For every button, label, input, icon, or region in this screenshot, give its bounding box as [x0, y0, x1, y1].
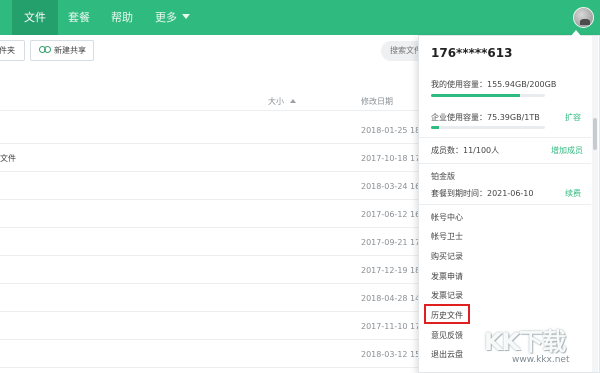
- size-column-header[interactable]: 大小: [268, 96, 296, 107]
- table-row[interactable]: 2017-06-12 16:3: [0, 200, 428, 228]
- nav-item-files[interactable]: 文件: [12, 0, 58, 35]
- new-folder-button[interactable]: 件夹: [0, 40, 25, 61]
- new-share-button[interactable]: 新建共享: [30, 40, 94, 61]
- scrollbar-track[interactable]: [592, 36, 598, 372]
- renew-link[interactable]: 续费: [565, 188, 581, 199]
- nav-item-plans[interactable]: 套餐: [68, 0, 90, 35]
- menu-item-invoice-history[interactable]: 发票记录: [431, 290, 463, 301]
- watermark-url: www.kkx.net: [512, 355, 570, 365]
- header-divider: [0, 110, 420, 111]
- plan-name: 铂金版: [431, 172, 455, 181]
- divider: [419, 204, 591, 205]
- date-column-header[interactable]: 修改日期: [361, 96, 393, 107]
- plan-expiry: 套餐到期时间：2021-06-10: [431, 189, 534, 198]
- watermark-logo: KK下载: [484, 328, 566, 356]
- menu-item-account-guard[interactable]: 帐号卫士: [431, 231, 463, 242]
- new-folder-label: 件夹: [0, 46, 15, 55]
- expand-link[interactable]: 扩容: [565, 112, 581, 123]
- add-member-link[interactable]: 增加成员: [551, 145, 583, 156]
- enterprise-usage-bar: [431, 126, 545, 129]
- chevron-down-icon: [182, 14, 190, 19]
- menu-item-feedback[interactable]: 意见反馈: [431, 330, 463, 341]
- file-name: 文件: [0, 154, 16, 163]
- dropdown-pointer: [571, 30, 581, 36]
- menu-item-invoice-request[interactable]: 发票申请: [431, 271, 463, 282]
- divider: [419, 163, 591, 164]
- top-nav-bar: 文件 套餐 帮助 更多: [0, 0, 600, 35]
- nav-item-more[interactable]: 更多: [155, 0, 190, 35]
- share-users-icon: [39, 46, 51, 55]
- enterprise-usage-fill: [431, 126, 439, 129]
- personal-usage-text: 我的使用容量：155.94GB/200GB: [431, 80, 557, 89]
- highlight-box: [424, 304, 470, 324]
- table-row[interactable]: 2018-01-25 18:4: [0, 116, 428, 144]
- table-row[interactable]: 2018-03-24 16:0: [0, 172, 428, 200]
- table-row[interactable]: 2017-09-21 17:0: [0, 228, 428, 256]
- divider: [419, 137, 591, 138]
- table-row[interactable]: 2017-12-19 18:5: [0, 256, 428, 284]
- table-row[interactable]: 2017-11-10 17:5: [0, 312, 428, 340]
- enterprise-usage-text: 企业使用容量：75.39GB/1TB: [431, 113, 540, 122]
- personal-usage-fill: [431, 94, 520, 97]
- size-header-label: 大小: [268, 97, 284, 106]
- table-row[interactable]: 2018-03-12 15:0: [0, 340, 428, 368]
- account-phone: 176*****613: [431, 46, 513, 60]
- menu-item-account-center[interactable]: 帐号中心: [431, 212, 463, 223]
- member-count: 成员数：11/100人: [431, 146, 500, 155]
- avatar[interactable]: [573, 7, 594, 28]
- nav-item-more-label: 更多: [155, 11, 177, 24]
- menu-item-logout[interactable]: 退出云盘: [431, 349, 463, 360]
- table-row[interactable]: 2018-04-28 14:0: [0, 284, 428, 312]
- new-share-label: 新建共享: [54, 46, 86, 55]
- nav-item-help[interactable]: 帮助: [111, 0, 133, 35]
- menu-item-purchase-history[interactable]: 购买记录: [431, 251, 463, 262]
- table-row[interactable]: 文件 2017-10-18 17:2: [0, 144, 428, 172]
- personal-usage-bar: [431, 94, 545, 97]
- sort-ascending-icon: [290, 99, 296, 103]
- scrollbar-thumb[interactable]: [593, 118, 597, 150]
